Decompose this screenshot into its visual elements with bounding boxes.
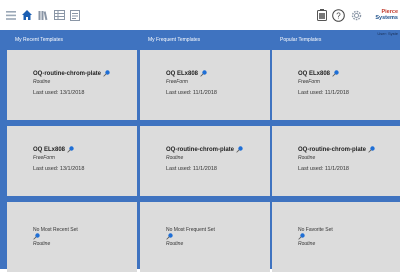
template-type: Routine: [33, 79, 51, 85]
pin-icon[interactable]: [368, 146, 375, 153]
pin-icon[interactable]: [103, 70, 110, 77]
template-card[interactable]: OQ-routine-chrom-plate Routine Last used…: [140, 126, 270, 196]
template-name: OQ ELx808: [298, 70, 339, 77]
table-icon[interactable]: [54, 10, 65, 20]
top-toolbar: ? Pierce Systems: [0, 0, 400, 30]
pin-icon[interactable]: [67, 146, 74, 153]
pin-icon[interactable]: [332, 70, 339, 77]
template-type: FreeForm: [166, 79, 188, 85]
document-icon[interactable]: [70, 9, 80, 21]
template-last-used: Last used: 13/1/2018: [33, 166, 85, 172]
template-type: FreeForm: [298, 79, 320, 85]
pin-icon[interactable]: [166, 233, 173, 240]
template-type: FreeForm: [33, 155, 55, 161]
template-type: Routine: [166, 241, 184, 247]
template-type: Routine: [33, 241, 51, 247]
pin-icon[interactable]: [298, 233, 305, 240]
template-name: OQ ELx808: [166, 70, 207, 77]
template-last-used: Last used: 11/1/2018: [166, 166, 217, 172]
pin-icon[interactable]: [200, 70, 207, 77]
svg-text:?: ?: [336, 11, 341, 20]
popular-templates-column: Popular Templates OQ ELx808 FreeForm Las…: [272, 36, 400, 272]
recent-templates-column: My Recent Templates OQ-routine-chrom-pla…: [7, 36, 137, 272]
template-last-used: Last used: 11/1/2018: [298, 90, 349, 96]
template-last-used: Last used: 11/1/2018: [166, 90, 217, 96]
pin-icon[interactable]: [33, 233, 40, 240]
column-title: My Recent Templates: [15, 37, 63, 43]
brand-line-2: Systems: [375, 15, 398, 21]
empty-template-label: No Most Frequent Set: [166, 227, 215, 233]
empty-template-card[interactable]: No Most Frequent Set Routine: [140, 202, 270, 272]
template-last-used: Last used: 13/1/2018: [33, 90, 85, 96]
help-icon[interactable]: ?: [332, 8, 345, 22]
template-card[interactable]: OQ ELx808 FreeForm Last used: 11/1/2018: [272, 50, 400, 120]
template-name: OQ-routine-chrom-plate: [166, 146, 243, 153]
battery-icon[interactable]: [317, 9, 327, 21]
toolbar-right: ? Pierce Systems: [317, 0, 400, 30]
template-card[interactable]: OQ-routine-chrom-plate Routine Last used…: [272, 126, 400, 196]
template-type: Routine: [298, 241, 316, 247]
template-name: OQ-routine-chrom-plate: [298, 146, 375, 153]
template-card[interactable]: OQ ELx808 FreeForm Last used: 13/1/2018: [7, 126, 137, 196]
brand-logo: Pierce Systems: [368, 9, 398, 21]
pin-icon[interactable]: [236, 146, 243, 153]
column-title: My Frequent Templates: [148, 37, 201, 43]
template-type: Routine: [166, 155, 184, 161]
template-name: OQ ELx808: [33, 146, 74, 153]
empty-template-card[interactable]: No Favorite Set Routine: [272, 202, 400, 272]
template-card[interactable]: OQ-routine-chrom-plate Routine Last used…: [7, 50, 137, 120]
frequent-templates-column: My Frequent Templates OQ ELx808 FreeForm…: [140, 36, 270, 272]
column-title: Popular Templates: [280, 37, 322, 43]
empty-template-card[interactable]: No Most Recent Set Routine: [7, 202, 137, 272]
templates-panel: User: Syste My Recent Templates OQ-routi…: [0, 30, 400, 272]
menu-icon[interactable]: [6, 10, 16, 20]
home-icon[interactable]: [21, 9, 33, 21]
settings-icon[interactable]: [350, 9, 363, 22]
library-icon[interactable]: [38, 10, 49, 21]
toolbar-left: [0, 9, 80, 21]
template-name: OQ-routine-chrom-plate: [33, 70, 110, 77]
template-card[interactable]: OQ ELx808 FreeForm Last used: 11/1/2018: [140, 50, 270, 120]
template-last-used: Last used: 11/1/2018: [298, 166, 349, 172]
template-type: Routine: [298, 155, 316, 161]
